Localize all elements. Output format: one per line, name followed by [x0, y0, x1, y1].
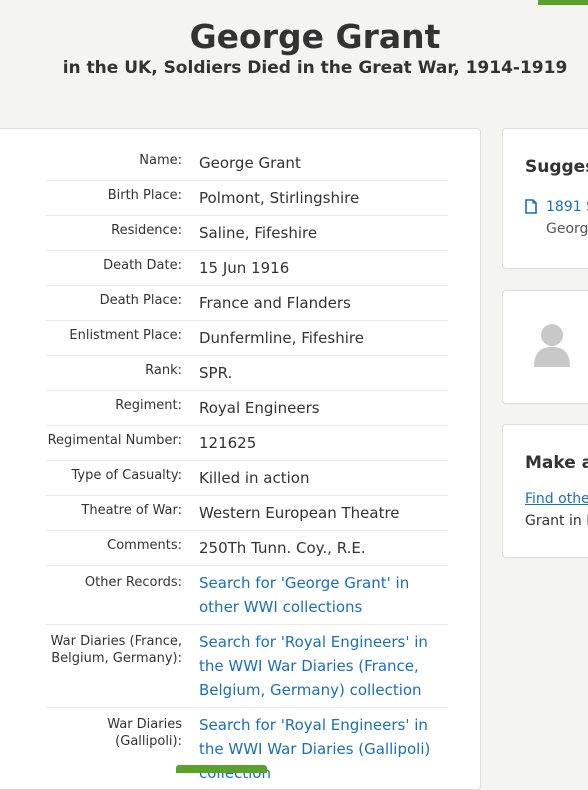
field-label: Regiment: — [46, 391, 199, 426]
find-others-text: Grant in I — [525, 513, 588, 529]
table-row: Rank:SPR. — [46, 356, 448, 391]
suggested-record-name: Georg — [546, 221, 588, 237]
document-icon — [525, 199, 537, 214]
field-value: Search for 'Royal Engineers' in the WWI … — [199, 625, 448, 708]
table-row: Comments:250Th Tunn. Coy., R.E. — [46, 531, 448, 566]
field-label: War Diaries (France, Belgium, Germany): — [46, 625, 199, 708]
field-label: Death Date: — [46, 251, 199, 286]
table-row: Birth Place:Polmont, Stirlingshire — [46, 181, 448, 216]
table-row: Death Place:France and Flanders — [46, 286, 448, 321]
field-value: Royal Engineers — [199, 391, 448, 426]
table-row: Theatre of War:Western European Theatre — [46, 496, 448, 531]
table-row: War Diaries (France, Belgium, Germany):S… — [46, 625, 448, 708]
other-records-link[interactable]: Search for 'George Grant' in other WWI c… — [199, 574, 409, 616]
table-row: Residence:Saline, Fifeshire — [46, 216, 448, 251]
field-label: Theatre of War: — [46, 496, 199, 531]
field-label: Name: — [46, 146, 199, 181]
table-row: War Diaries (Gallipoli):Search for 'Roya… — [46, 708, 448, 790]
field-value: France and Flanders — [199, 286, 448, 321]
field-value: Saline, Fifeshire — [199, 216, 448, 251]
page-header: George Grant in the UK, Soldiers Died in… — [0, 18, 588, 79]
table-row: Name:George Grant — [46, 146, 448, 181]
suggested-heading: Sugges — [525, 157, 588, 177]
field-label: Comments: — [46, 531, 199, 566]
field-label: Rank: — [46, 356, 199, 391]
field-value: Killed in action — [199, 461, 448, 496]
table-row: Other Records:Search for 'George Grant' … — [46, 566, 448, 625]
find-others-link[interactable]: Find othe — [525, 491, 588, 507]
field-label: Enlistment Place: — [46, 321, 199, 356]
field-value: Dunfermline, Fifeshire — [199, 321, 448, 356]
field-value: Polmont, Stirlingshire — [199, 181, 448, 216]
war-diaries-france-link[interactable]: Search for 'Royal Engineers' in the WWI … — [199, 633, 428, 699]
make-heading: Make a — [525, 453, 588, 473]
field-label: Birth Place: — [46, 181, 199, 216]
table-row: Regimental Number:121625 — [46, 426, 448, 461]
field-label: Death Place: — [46, 286, 199, 321]
field-value: 250Th Tunn. Coy., R.E. — [199, 531, 448, 566]
field-value: Search for 'Royal Engineers' in the WWI … — [199, 708, 448, 790]
field-label: Type of Casualty: — [46, 461, 199, 496]
field-label: Other Records: — [46, 566, 199, 625]
save-record-button[interactable] — [176, 765, 267, 773]
table-row: Death Date:15 Jun 1916 — [46, 251, 448, 286]
table-row: Enlistment Place:Dunfermline, Fifeshire — [46, 321, 448, 356]
profile-card — [502, 290, 588, 404]
table-row: Type of Casualty:Killed in action — [46, 461, 448, 496]
field-label: War Diaries (Gallipoli): — [46, 708, 199, 790]
field-label: Residence: — [46, 216, 199, 251]
record-table: Name:George Grant Birth Place:Polmont, S… — [46, 146, 448, 790]
field-label: Regimental Number: — [46, 426, 199, 461]
field-value: Western European Theatre — [199, 496, 448, 531]
record-card: Name:George Grant Birth Place:Polmont, S… — [0, 128, 481, 790]
avatar-placeholder-icon — [532, 321, 572, 367]
field-value: SPR. — [199, 356, 448, 391]
page-title: George Grant — [0, 18, 588, 56]
suggested-records-card: Sugges 1891 S Georg — [502, 128, 588, 269]
field-value: Search for 'George Grant' in other WWI c… — [199, 566, 448, 625]
suggested-record-link[interactable]: 1891 S — [546, 199, 588, 215]
page-subtitle: in the UK, Soldiers Died in the Great Wa… — [0, 57, 588, 79]
field-value: George Grant — [199, 146, 448, 181]
top-action-button[interactable] — [538, 0, 588, 5]
field-value: 121625 — [199, 426, 448, 461]
table-row: Regiment:Royal Engineers — [46, 391, 448, 426]
make-connection-card: Make a Find othe Grant in I — [502, 424, 588, 558]
field-value: 15 Jun 1916 — [199, 251, 448, 286]
